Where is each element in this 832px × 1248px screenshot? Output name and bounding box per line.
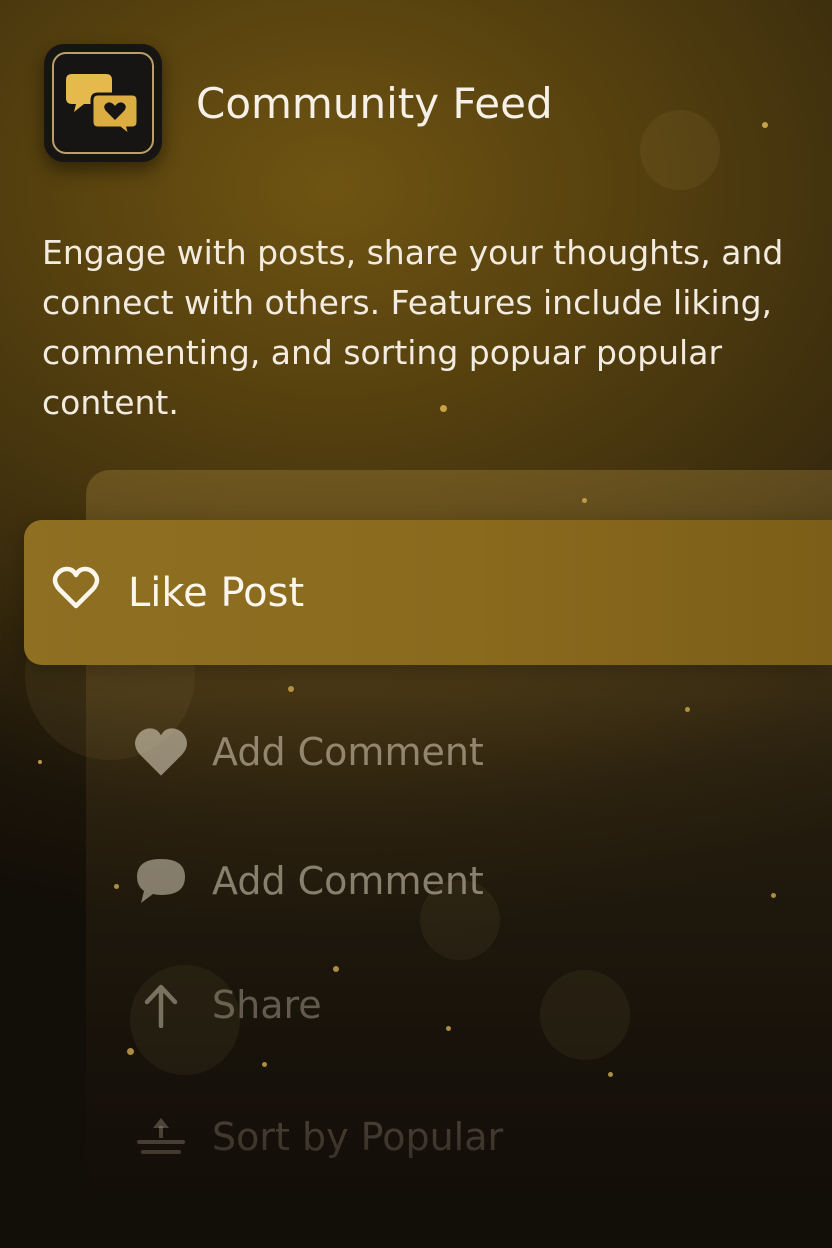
feature-description: Engage with posts, share your thoughts, … <box>42 233 784 422</box>
share-button[interactable]: Share <box>132 982 322 1028</box>
sparkle <box>762 122 768 128</box>
add-comment-label: Add Comment <box>212 859 484 903</box>
chat-bubbles-heart-icon <box>66 74 140 136</box>
sparkle <box>38 760 42 764</box>
sort-by-popular-label: Sort by Popular <box>212 1115 504 1159</box>
like-post-label: Like Post <box>128 570 305 616</box>
like-post-button[interactable]: Like Post <box>52 566 304 620</box>
heart-filled-icon <box>132 726 190 778</box>
heart-outline-icon <box>52 566 100 620</box>
bokeh-decoration <box>640 110 720 190</box>
page-title: Community Feed <box>196 79 553 128</box>
feature-card: Community Feed Engage with posts, share … <box>0 0 832 1248</box>
speech-bubble-icon <box>132 855 190 907</box>
add-comment-label: Add Comment <box>212 730 484 774</box>
share-label: Share <box>212 983 322 1027</box>
app-icon <box>44 44 162 162</box>
add-comment-button[interactable]: Add Comment <box>132 855 484 907</box>
add-comment-button[interactable]: Add Comment <box>132 726 484 778</box>
sort-icon <box>132 1114 190 1160</box>
arrow-up-icon <box>132 982 190 1028</box>
sort-by-popular-button[interactable]: Sort by Popular <box>132 1114 503 1160</box>
